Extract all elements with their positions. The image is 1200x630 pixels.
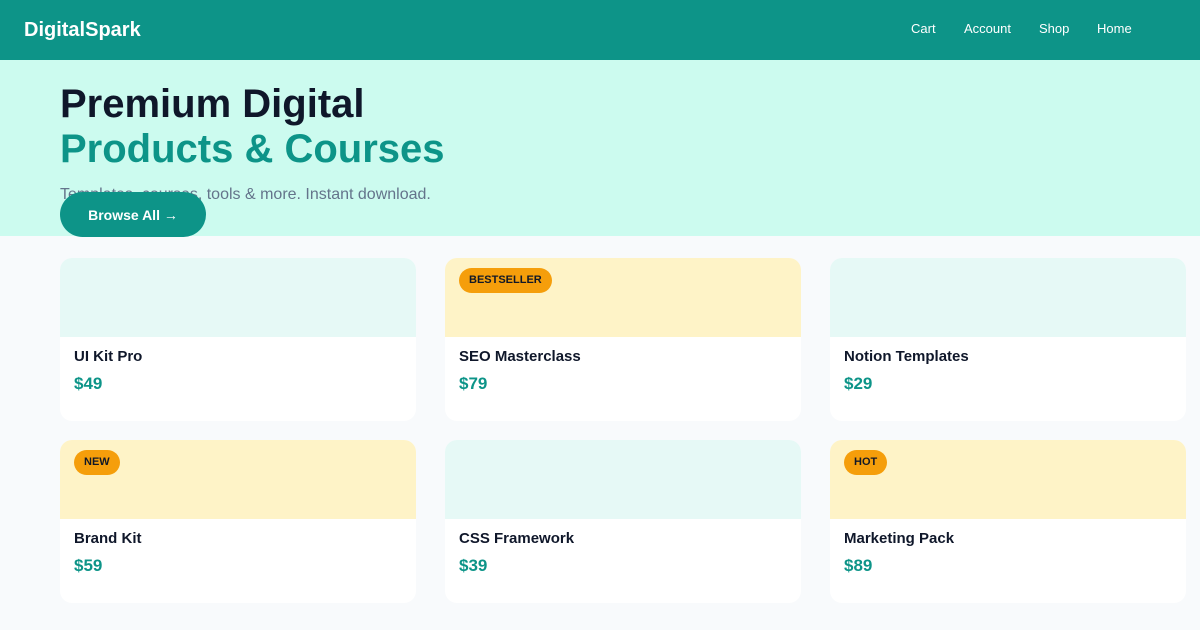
nav-link-account[interactable]: Account [964, 21, 1011, 37]
hero-title-line1: Premium Digital [60, 82, 365, 126]
product-price: $59 [74, 556, 103, 575]
product-thumbnail [60, 258, 416, 337]
product-price: $79 [459, 374, 488, 393]
product-card-marketing-pack[interactable]: HOT Marketing Pack $89 [830, 440, 1186, 603]
product-card-ui-kit-pro[interactable]: UI Kit Pro $49 [60, 258, 416, 421]
hot-badge: HOT [844, 450, 888, 475]
browse-all-button[interactable]: Browse All → [60, 192, 206, 237]
product-name: Notion Templates [844, 348, 969, 365]
hero-section: Premium Digital Products & Courses Templ… [0, 60, 1200, 237]
product-price: $29 [844, 374, 873, 393]
product-thumbnail [830, 258, 1186, 337]
product-name: UI Kit Pro [74, 348, 143, 365]
product-card-notion-templates[interactable]: Notion Templates $29 [830, 258, 1186, 421]
product-price: $49 [74, 374, 103, 393]
hero-title-line2: Products & Courses [60, 127, 445, 171]
product-card-brand-kit[interactable]: NEW Brand Kit $59 [60, 440, 416, 603]
nav-link-cart[interactable]: Cart [911, 21, 936, 37]
nav-link-home[interactable]: Home [1097, 21, 1132, 37]
product-name: SEO Masterclass [459, 348, 581, 365]
product-thumbnail [830, 440, 1186, 519]
product-price: $89 [844, 556, 873, 575]
new-badge: NEW [74, 450, 120, 475]
nav-link-shop[interactable]: Shop [1039, 21, 1069, 37]
brand-logo[interactable]: DigitalSpark [24, 18, 141, 42]
product-name: Marketing Pack [844, 530, 955, 547]
product-name: CSS Framework [459, 530, 575, 547]
product-name: Brand Kit [74, 530, 142, 547]
product-thumbnail [445, 440, 801, 519]
product-card-seo-masterclass[interactable]: BESTSELLER SEO Masterclass $79 [445, 258, 801, 421]
top-navbar: DigitalSpark Cart Account Shop Home [0, 0, 1200, 60]
bestseller-badge: BESTSELLER [459, 268, 552, 293]
product-card-css-framework[interactable]: CSS Framework $39 [445, 440, 801, 603]
product-price: $39 [459, 556, 488, 575]
